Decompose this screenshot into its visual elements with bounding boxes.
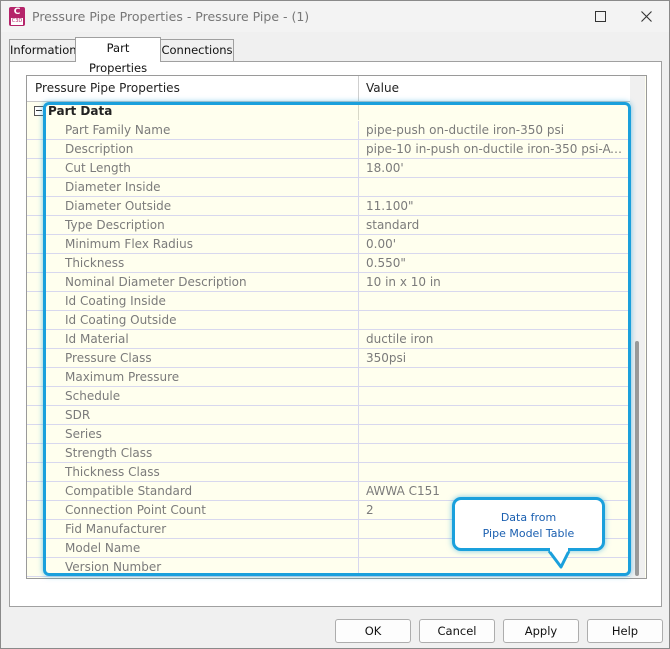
app-icon-letter: C (13, 7, 21, 17)
callout-line-2: Pipe Model Table (482, 527, 575, 540)
close-icon (640, 11, 652, 22)
window-title: Pressure Pipe Properties - Pressure Pipe… (32, 9, 310, 24)
callout-data-source: Data from Pipe Model Table (452, 497, 605, 551)
grid-header: Pressure Pipe Properties Value (27, 76, 630, 102)
maximize-button[interactable] (577, 1, 623, 32)
civil3d-app-icon: C C3D (9, 7, 25, 26)
column-header-value[interactable]: Value (366, 76, 399, 101)
tab-information[interactable]: Information (9, 39, 77, 61)
column-divider[interactable] (358, 76, 359, 101)
tab-part-properties[interactable]: Part Properties (75, 37, 161, 75)
pressure-pipe-properties-dialog: C C3D Pressure Pipe Properties - Pressur… (0, 0, 670, 649)
title-bar: C C3D Pressure Pipe Properties - Pressur… (1, 1, 669, 32)
help-button[interactable]: Help (587, 619, 663, 643)
ok-button[interactable]: OK (335, 619, 411, 643)
maximize-icon (594, 11, 606, 22)
column-header-property[interactable]: Pressure Pipe Properties (35, 76, 358, 101)
callout-line-1: Data from (500, 511, 557, 524)
scrollbar-thumb[interactable] (635, 341, 639, 576)
callout-pointer (547, 548, 571, 569)
vertical-scrollbar[interactable] (630, 76, 645, 578)
apply-button[interactable]: Apply (503, 619, 579, 643)
tab-connections[interactable]: Connections (160, 39, 234, 61)
close-button[interactable] (623, 1, 669, 32)
cancel-button[interactable]: Cancel (419, 619, 495, 643)
app-icon-version: C3D (11, 18, 23, 25)
